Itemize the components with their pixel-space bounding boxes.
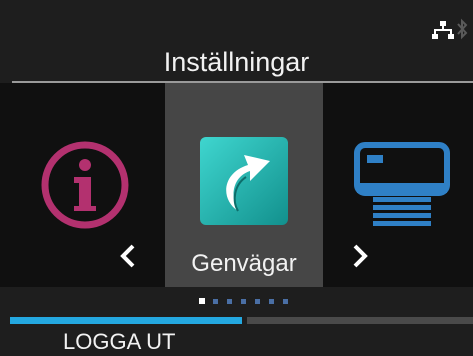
carousel-item-info[interactable] [0,83,165,287]
printer-icon [354,142,450,226]
info-icon [41,141,129,229]
status-bar [0,0,473,44]
page-dot [283,299,288,304]
chevron-left-icon[interactable] [118,243,138,269]
page-dot-active [199,298,205,304]
shortcut-icon [200,137,288,225]
bluetooth-icon [457,18,468,40]
menu-carousel[interactable]: Genvägar [0,83,473,287]
page-dot [269,299,274,304]
footer-divider-bar [247,317,473,324]
carousel-item-shortcuts[interactable]: Genvägar [165,83,323,287]
chevron-right-icon[interactable] [350,243,370,269]
page-dot [213,299,218,304]
logout-accent-bar [10,317,242,324]
carousel-item-label: Genvägar [191,250,297,277]
page-dot [241,299,246,304]
page-title: Inställningar [163,47,310,77]
carousel-item-printer[interactable] [323,83,473,287]
network-icon [432,21,454,39]
page-dot [227,299,232,304]
page-dot [255,299,260,304]
printer-settings-screen: Inställningar Genvägar LOGGA UT [0,0,473,356]
page-indicator [0,287,473,317]
footer-empty-button [247,317,473,356]
logout-button[interactable]: LOGGA UT [10,317,242,356]
logout-label: LOGGA UT [63,329,176,354]
footer-bar: LOGGA UT [0,317,473,356]
